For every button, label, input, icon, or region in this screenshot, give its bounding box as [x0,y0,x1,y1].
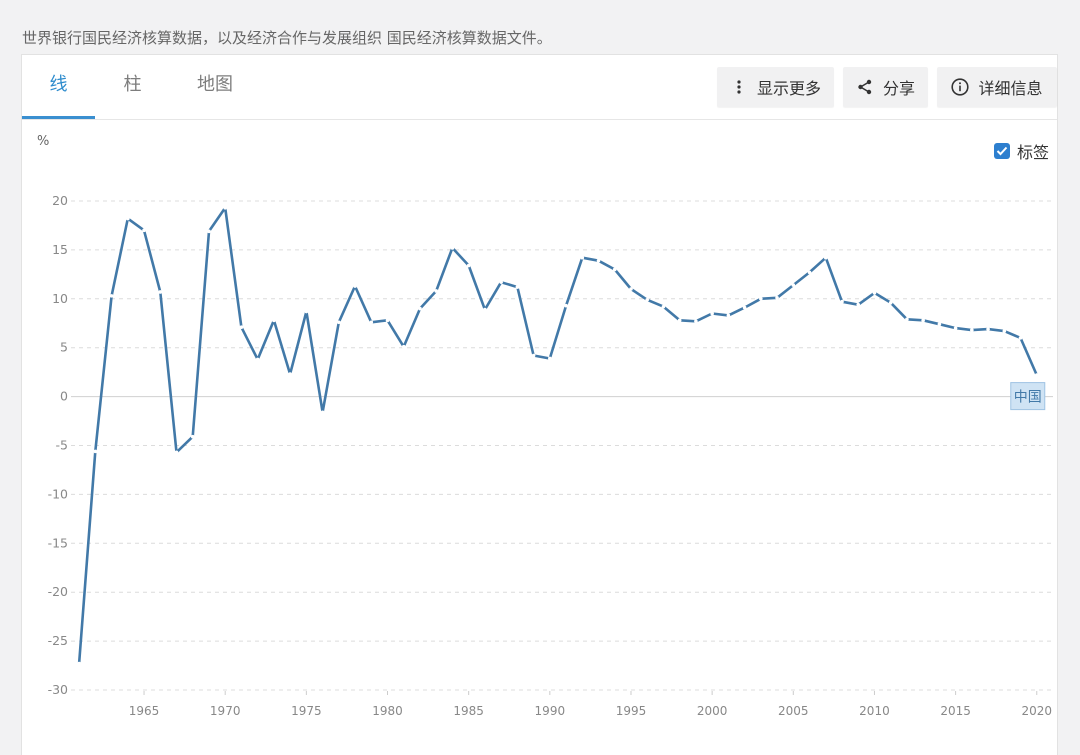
series-label: 中国 [1014,390,1042,406]
data-point [661,304,666,309]
data-point [207,229,211,234]
data-point [1018,336,1023,340]
x-tick-label: 2015 [940,704,971,718]
data-point [677,318,682,323]
data-point [239,325,244,329]
data-point [142,228,146,233]
x-tick-label: 1975 [291,704,322,718]
x-tick-label: 1990 [535,704,566,718]
data-point [986,327,990,331]
data-point [369,320,374,325]
data-point [970,328,974,332]
y-tick-label: 0 [60,389,68,404]
data-point [1034,373,1039,377]
data-point [450,246,455,250]
data-point [905,317,909,322]
y-tick-label: -5 [56,438,68,453]
data-point [937,322,942,327]
data-point [158,290,163,294]
data-point [759,297,763,301]
y-tick-label: 5 [60,340,68,355]
data-point [337,320,341,325]
data-point [612,267,617,272]
data-point [401,344,406,349]
data-point [109,294,114,298]
data-point [710,311,714,316]
data-point [791,283,796,287]
data-point [272,318,276,323]
data-point [775,296,779,300]
line-chart: %20151050-5-10-15-20-25-301965 1970 1975 19… [37,134,1053,718]
data-point [418,306,422,311]
x-tick-label: 1970 [210,704,241,718]
data-point [434,289,439,293]
data-point [694,319,698,324]
data-point [223,206,227,210]
data-point [174,450,179,455]
y-unit-label: % [37,134,49,149]
x-tick-label: 1995 [616,704,647,718]
data-point [499,280,503,284]
data-point [288,372,292,376]
source-note: 世界银行国民经济核算数据，以及经济合作与发展组织 国民经济核算数据文件。 [22,29,552,47]
data-point [190,434,195,439]
data-point [385,318,390,323]
chart-card: 线 柱 地图 显示更多 分享 详细信息 标签 % 20 15 10 5 0 -5… [21,54,1058,755]
data-point [742,305,747,310]
data-point [564,303,568,308]
data-point [320,410,325,415]
y-tick-label: -10 [48,486,68,501]
x-tick-label: 1980 [372,704,403,718]
x-tick-label: 2005 [778,704,809,718]
data-point [353,284,357,288]
data-point [548,356,552,361]
data-point [304,309,309,314]
y-tick-label: 15 [52,242,68,257]
data-point [93,449,98,454]
data-point [531,353,536,358]
data-point [629,287,633,291]
data-point [856,302,861,307]
data-point [840,299,844,304]
data-point [645,297,650,302]
data-point [483,307,487,312]
series-line [77,206,1039,665]
x-tick-label: 1985 [453,704,484,718]
y-tick-label: 10 [52,291,68,306]
x-tick-label: 2020 [1021,704,1052,718]
x-tick-label: 1965 [129,704,160,718]
data-point [888,300,893,305]
data-point [596,258,601,263]
x-tick-label: 2000 [697,704,728,718]
y-tick-label: -20 [48,584,68,599]
data-point [823,255,828,260]
data-point [921,318,925,323]
data-point [807,270,812,275]
data-point [872,291,877,295]
y-tick-label: -15 [48,535,68,550]
data-point [726,313,731,318]
data-point [77,661,81,666]
data-point [255,357,260,362]
data-point [126,216,130,221]
y-tick-label: -25 [48,633,68,648]
data-point [515,285,520,289]
data-point [580,255,585,260]
data-point [953,326,958,330]
data-point [1002,329,1007,333]
y-tick-label: 20 [52,193,68,208]
data-point [466,263,471,268]
x-tick-label: 2010 [859,704,890,718]
y-tick-label: -30 [48,682,68,697]
